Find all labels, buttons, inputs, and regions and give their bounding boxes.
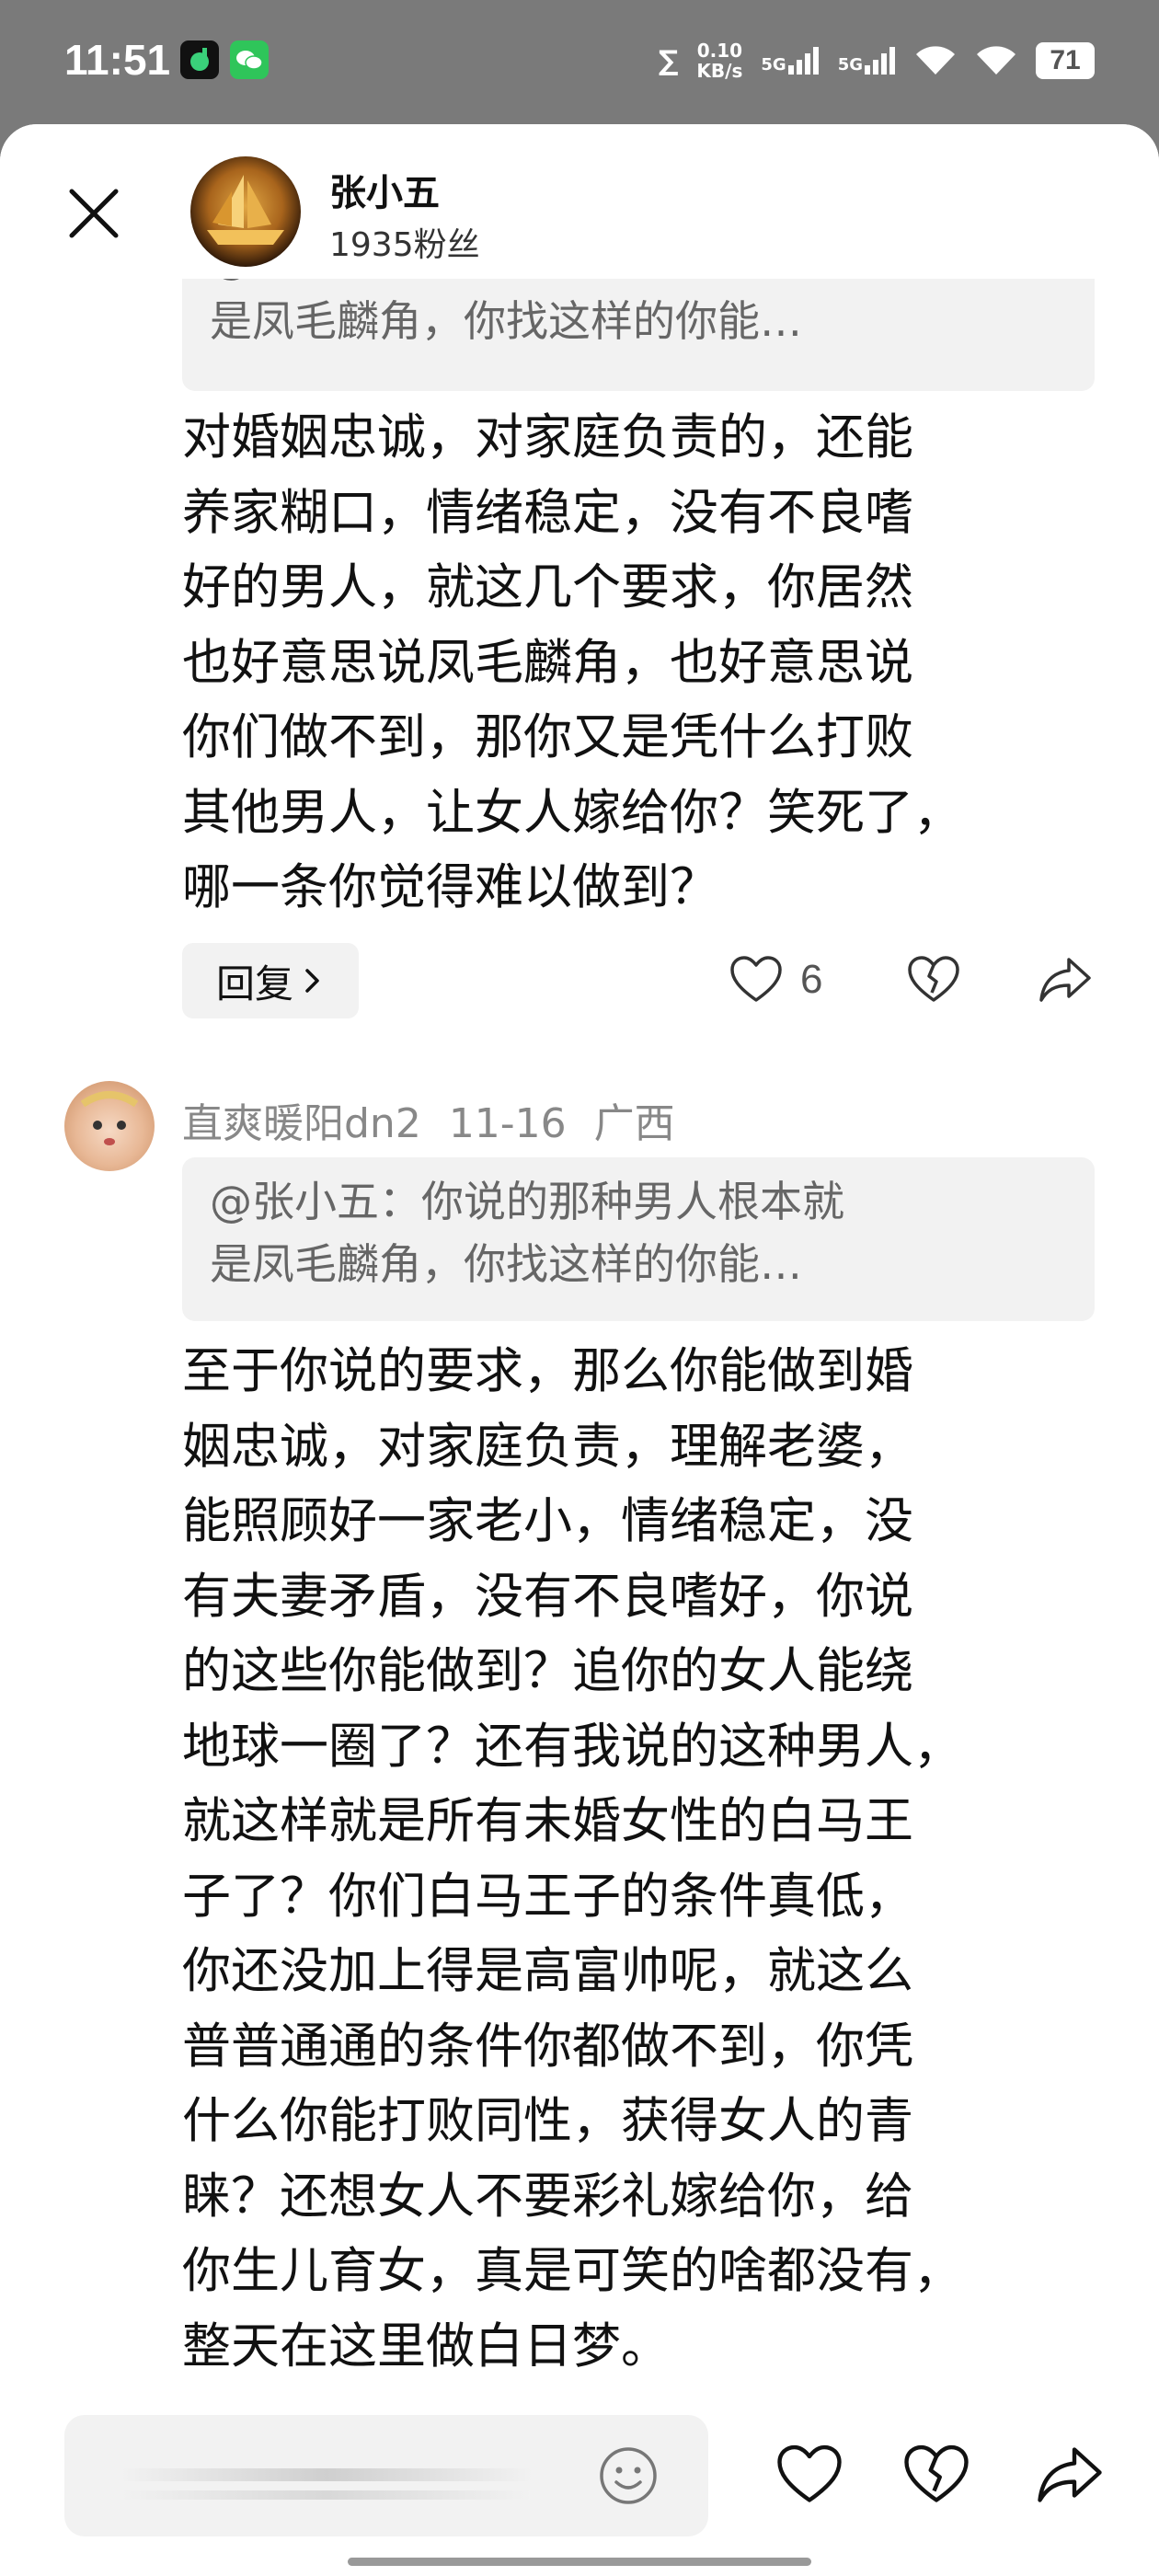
close-icon [69, 189, 119, 238]
bottom-share-button[interactable] [1035, 2443, 1105, 2511]
net-speed-value: 0.10 [696, 40, 743, 62]
input-placeholder-blur [120, 2468, 534, 2481]
bottom-bar [0, 2410, 1159, 2576]
comment-line: 姻忠诚，对家庭负责，理解老婆， [182, 1418, 913, 1475]
author-fans: 1935粉丝 [329, 226, 480, 264]
broken-heart-icon [904, 2444, 969, 2502]
status-time: 11:51 [64, 36, 171, 84]
wechat-icon [230, 40, 269, 79]
comment-line: 哪一条你觉得难以做到？ [182, 859, 718, 915]
comment-line: 地球一圈了？还有我说的这种男人， [182, 1718, 962, 1775]
comment-line: 普普通通的条件你都做不到，你凭 [182, 2018, 913, 2075]
comment-line: 至于你说的要求，那么你能做到婚 [182, 1343, 913, 1399]
heart-icon [730, 956, 782, 1002]
comment-quote[interactable]: @张小五：你说的那种男人根本就 是凤毛麟角，你找这样的你能… [182, 1157, 1095, 1321]
sheet-header: 张小五 1935粉丝 [0, 124, 1159, 279]
author-name[interactable]: 张小五 [329, 163, 440, 216]
share-button[interactable] [1038, 954, 1093, 1006]
golden-ship-picture [207, 175, 284, 245]
wifi-icon [916, 46, 955, 75]
bottom-dislike-button[interactable] [901, 2443, 971, 2511]
comment-date: 11-16 [448, 1100, 567, 1147]
reply-label: 回复 [215, 960, 293, 1006]
like-count: 6 [800, 957, 823, 1002]
like-button[interactable]: 6 [729, 954, 822, 1006]
home-indicator[interactable] [348, 2558, 811, 2566]
comment-line: 整天在这里做白日梦。 [182, 2317, 670, 2375]
comment-body: 至于你说的要求，那么你能做到婚 姻忠诚，对家庭负责，理解老婆， 能照顾好一家老小… [182, 1334, 1111, 2384]
signal-1-label: 5G [761, 55, 786, 75]
nfc-icon: ∑ [658, 44, 679, 77]
reply-button[interactable]: 回复 [182, 943, 359, 1018]
signal-bars-icon [787, 47, 819, 75]
comment-line: 也好意思说凤毛麟角，也好意思说 [182, 634, 913, 691]
comment-location: 广西 [593, 1100, 675, 1147]
broken-heart-icon [908, 956, 959, 1002]
quote-line: 是凤毛麟角，你找这样的你能… [210, 1239, 802, 1289]
signal-2-label: 5G [837, 55, 863, 75]
comment-line: 养家糊口，情绪稳定，没有不良嗜 [182, 484, 913, 541]
avatar-face [80, 1091, 139, 1145]
signal-2: 5G [838, 47, 896, 75]
comment-line: 什么你能打败同性，获得女人的青 [182, 2093, 913, 2149]
comment-line: 的这些你能做到？追你的女人能绕 [182, 1643, 913, 1699]
signal-bars-icon [865, 47, 895, 75]
signal-1: 5G [761, 47, 819, 75]
comment-line: 就这样就是所有未婚女性的白马王 [182, 1793, 913, 1849]
status-bar: 11:51 ∑ 0.10 KB/s 5G 5G 71 [0, 0, 1159, 124]
comment-body: 对婚姻忠诚，对家庭负责的，还能 养家糊口，情绪稳定，没有不良嗜 好的男人，就这几… [182, 400, 1111, 926]
bottom-like-button[interactable] [775, 2443, 844, 2511]
quote-line: @张小五：你说的那种男人根本就 [210, 1177, 844, 1226]
comment-meta: 直爽暖阳dn2 11-16 广西 [182, 1090, 703, 1149]
smiley-icon[interactable] [598, 2445, 659, 2506]
share-arrow-icon [1038, 2447, 1102, 2502]
comment-line: 你们做不到，那你又是凭什么打败 [182, 709, 913, 765]
quote-line: 是凤毛麟角，你找这样的你能… [210, 296, 802, 346]
comment-input[interactable] [64, 2415, 708, 2536]
author-avatar[interactable] [190, 156, 301, 267]
comment-line: 对婚姻忠诚，对家庭负责的，还能 [182, 409, 913, 466]
comment-sheet: @张小五：你说的那种男人根本就 是凤毛麟角，你找这样的你能… 对婚姻忠诚，对家庭… [0, 124, 1159, 2576]
music-app-icon [180, 40, 219, 79]
dislike-button[interactable] [906, 954, 961, 1006]
wifi-icon [977, 46, 1016, 75]
comment-line: 睐？还想女人不要彩礼嫁给你，给 [182, 2168, 913, 2225]
close-button[interactable] [64, 184, 123, 243]
net-speed: 0.10 KB/s [696, 40, 742, 81]
input-placeholder-blur [120, 2490, 534, 2500]
heart-icon [777, 2444, 842, 2502]
share-arrow-icon [1039, 958, 1091, 1002]
battery-indicator: 71 [1036, 42, 1095, 79]
comment-line: 能照顾好一家老小，情绪稳定，没 [182, 1493, 913, 1549]
comment-line: 你生儿育女，真是可笑的啥都没有， [182, 2243, 962, 2299]
comment-line: 其他男人，让女人嫁给你？笑死了， [182, 784, 962, 841]
comment-line: 有夫妻矛盾，没有不良嗜好，你说 [182, 1568, 913, 1625]
status-right: ∑ 0.10 KB/s 5G 5G 71 [659, 35, 1095, 86]
commenter-avatar[interactable] [64, 1081, 155, 1171]
chevron-right-icon [305, 969, 319, 993]
commenter-name[interactable]: 直爽暖阳dn2 [182, 1100, 421, 1147]
net-speed-unit: KB/s [696, 60, 743, 82]
comment-line: 你还没加上得是高富帅呢，就这么 [182, 1943, 913, 1999]
comment-line: 好的男人，就这几个要求，你居然 [182, 559, 913, 615]
comment-line: 子了？你们白马王子的条件真低， [182, 1868, 913, 1925]
